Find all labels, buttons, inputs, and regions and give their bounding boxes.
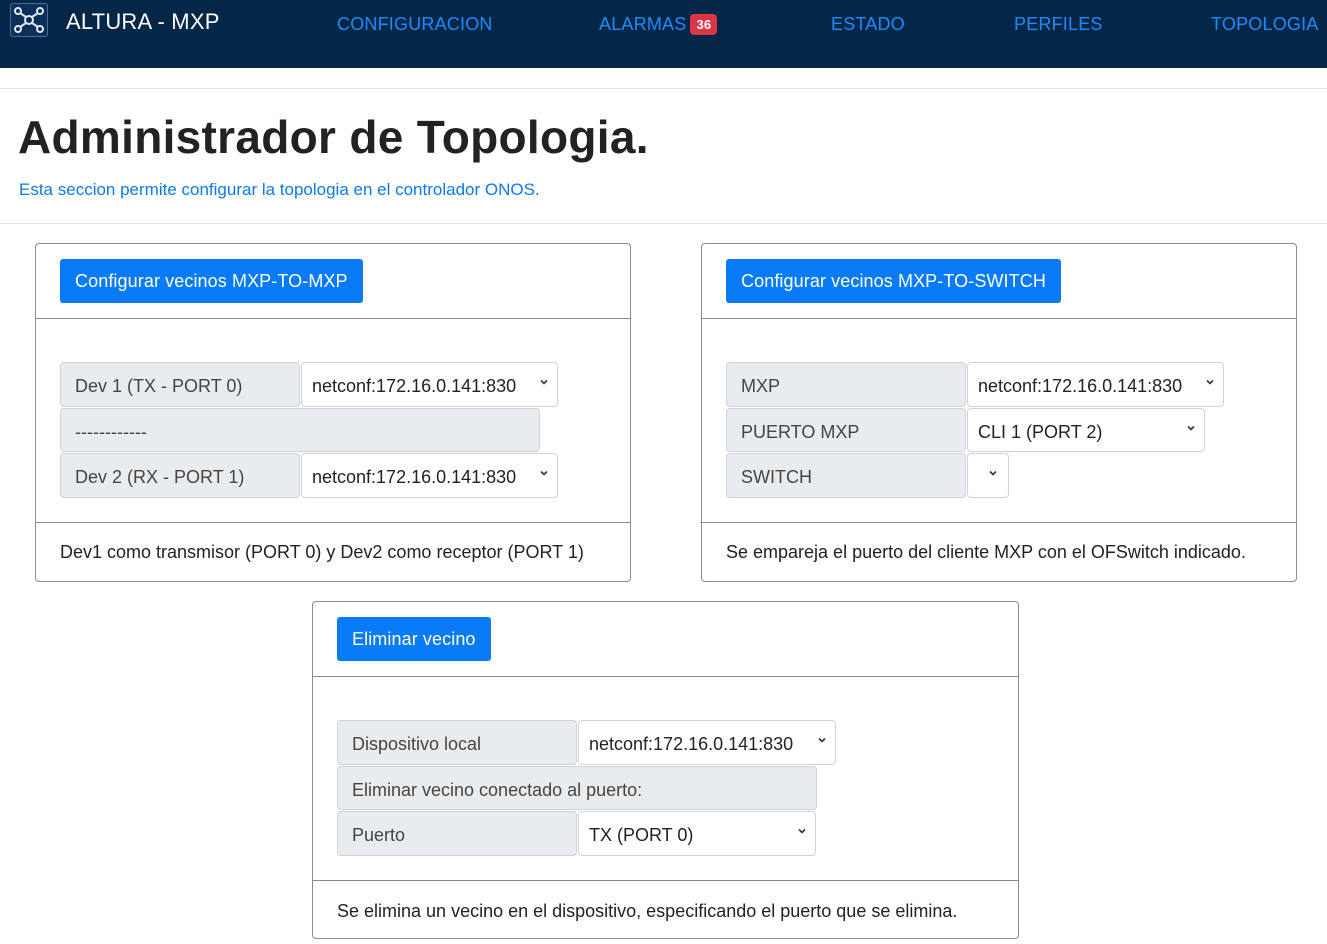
mxp-port-label: PUERTO MXP bbox=[726, 408, 966, 452]
card-header-divider bbox=[313, 676, 1018, 677]
card-remove-neighbor: Eliminar vecino Dispositivo local netcon… bbox=[312, 601, 1019, 939]
header-divider-top bbox=[0, 88, 1327, 89]
device-separator-label: ------------ bbox=[60, 408, 540, 452]
card-footer-text: Se elimina un vecino en el dispositivo, … bbox=[337, 901, 958, 921]
configure-mxp-to-switch-button[interactable]: Configurar vecinos MXP-TO-SWITCH bbox=[726, 259, 1061, 303]
port-select-value: TX (PORT 0) bbox=[589, 825, 694, 845]
dev2-label: Dev 2 (RX - PORT 1) bbox=[60, 453, 300, 498]
nav-link-perfiles[interactable]: PERFILES bbox=[1014, 14, 1103, 35]
remove-neighbor-button[interactable]: Eliminar vecino bbox=[337, 617, 491, 661]
chevron-down-icon bbox=[1206, 379, 1214, 385]
local-device-select[interactable]: netconf:172.16.0.141:830 bbox=[578, 720, 836, 765]
switch-select[interactable] bbox=[967, 453, 1009, 498]
nav-link-alarmas[interactable]: ALARMAS 36 bbox=[599, 14, 718, 35]
card-footer-divider bbox=[702, 522, 1296, 523]
card-footer-divider bbox=[36, 522, 630, 523]
dev2-select[interactable]: netconf:172.16.0.141:830 bbox=[301, 453, 558, 498]
switch-label: SWITCH bbox=[726, 453, 966, 498]
dev1-select-value: netconf:172.16.0.141:830 bbox=[312, 376, 517, 396]
mxp-port-select[interactable]: CLI 1 (PORT 2) bbox=[967, 408, 1205, 452]
mxp-port-select-value: CLI 1 (PORT 2) bbox=[978, 422, 1103, 442]
card-header-divider bbox=[36, 318, 630, 319]
card-footer-divider bbox=[313, 880, 1018, 881]
dev1-label: Dev 1 (TX - PORT 0) bbox=[60, 362, 300, 407]
page-title: Administrador de Topologia. bbox=[18, 111, 649, 163]
chevron-down-icon bbox=[1187, 425, 1195, 431]
local-device-select-value: netconf:172.16.0.141:830 bbox=[589, 734, 794, 754]
chevron-down-icon bbox=[798, 828, 806, 834]
remove-port-info-label: Eliminar vecino conectado al puerto: bbox=[337, 766, 817, 810]
dev2-select-value: netconf:172.16.0.141:830 bbox=[312, 467, 517, 487]
alarm-count-badge: 36 bbox=[690, 14, 718, 35]
card-mxp-to-mxp: Configurar vecinos MXP-TO-MXP Dev 1 (TX … bbox=[35, 243, 631, 582]
nav-link-alarmas-label: ALARMAS bbox=[599, 14, 687, 34]
mxp-select-value: netconf:172.16.0.141:830 bbox=[978, 376, 1183, 396]
header-divider-bottom bbox=[0, 223, 1327, 224]
configure-mxp-to-mxp-button[interactable]: Configurar vecinos MXP-TO-MXP bbox=[60, 259, 363, 303]
port-select[interactable]: TX (PORT 0) bbox=[578, 811, 816, 856]
brand-title[interactable]: ALTURA - MXP bbox=[66, 9, 220, 35]
nav-link-configuracion[interactable]: CONFIGURACION bbox=[337, 14, 493, 35]
network-logo-icon[interactable] bbox=[10, 3, 48, 37]
mxp-label: MXP bbox=[726, 362, 966, 407]
port-label: Puerto bbox=[337, 811, 577, 856]
nav-link-topologia[interactable]: TOPOLOGIA bbox=[1211, 14, 1319, 35]
card-header-divider bbox=[702, 318, 1296, 319]
top-navbar: ALTURA - MXP CONFIGURACION ALARMAS 36 EST… bbox=[0, 0, 1327, 68]
local-device-label: Dispositivo local bbox=[337, 720, 577, 765]
page-subtitle: Esta seccion permite configurar la topol… bbox=[19, 180, 540, 199]
nav-link-estado[interactable]: ESTADO bbox=[831, 14, 905, 35]
chevron-down-icon bbox=[540, 470, 548, 476]
mxp-select[interactable]: netconf:172.16.0.141:830 bbox=[967, 362, 1224, 407]
dev1-select[interactable]: netconf:172.16.0.141:830 bbox=[301, 362, 558, 407]
card-mxp-to-switch: Configurar vecinos MXP-TO-SWITCH MXP net… bbox=[701, 243, 1297, 582]
chevron-down-icon bbox=[989, 470, 997, 476]
card-footer-text: Dev1 como transmisor (PORT 0) y Dev2 com… bbox=[60, 542, 584, 562]
chevron-down-icon bbox=[818, 737, 826, 743]
card-footer-text: Se empareja el puerto del cliente MXP co… bbox=[726, 542, 1246, 562]
chevron-down-icon bbox=[540, 379, 548, 385]
